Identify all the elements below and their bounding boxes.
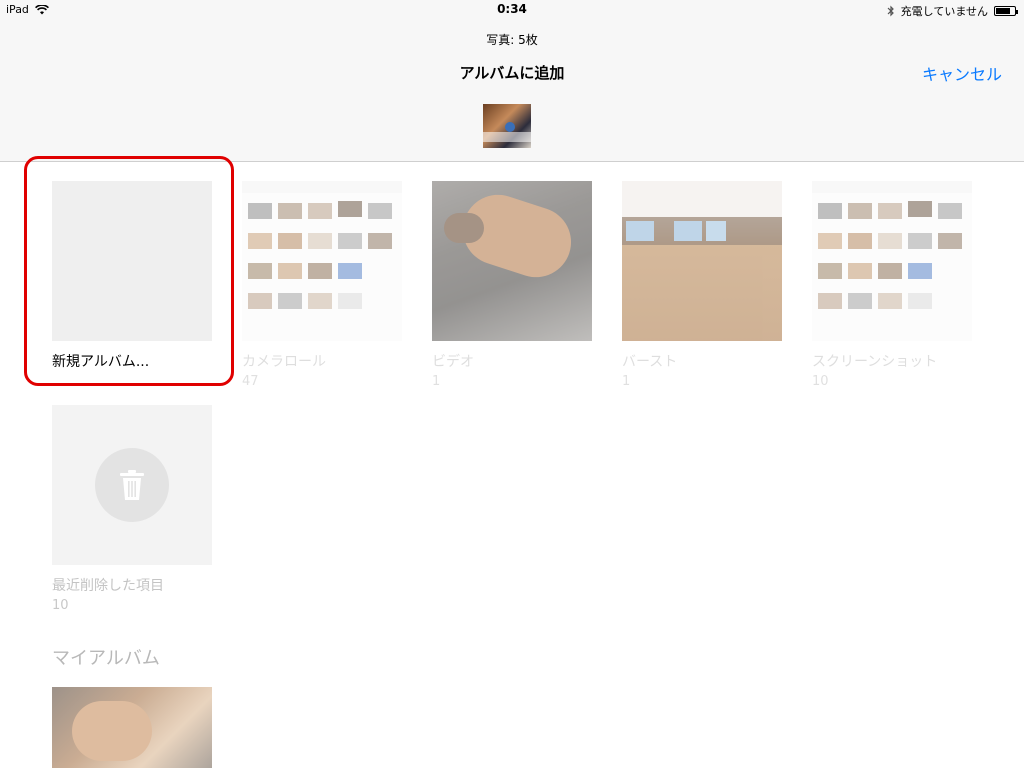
- album-thumbnail: [242, 181, 402, 341]
- page-title: アルバムに追加: [459, 64, 565, 82]
- section-title-my-albums: マイアルバム: [52, 648, 160, 669]
- album-name: スクリーンショット: [812, 354, 938, 370]
- my-album-item[interactable]: [52, 687, 212, 768]
- album-thumbnail: [622, 181, 782, 341]
- header: iPad 0:34 充電していません 写真: 5枚 アルバムに追加 キャンセル: [0, 0, 1024, 162]
- clock: 0:34: [497, 2, 527, 16]
- selected-photos-thumbnail: [483, 104, 531, 148]
- album-name: バースト: [622, 354, 678, 370]
- album-recently-deleted[interactable]: 最近削除した項目 10: [52, 405, 212, 613]
- album-name: ビデオ: [432, 354, 474, 370]
- album-count: 1: [432, 374, 441, 389]
- status-bar: iPad 0:34 充電していません: [0, 0, 1024, 20]
- album-thumbnail: [812, 181, 972, 341]
- bluetooth-icon: [887, 5, 894, 17]
- album-thumbnail: [52, 405, 212, 565]
- photo-count: 写真: 5枚: [486, 33, 538, 47]
- album-count: 10: [812, 374, 829, 389]
- battery-icon: [994, 6, 1018, 16]
- album-count: 10: [52, 598, 69, 613]
- highlight-annotation: [24, 156, 234, 386]
- album-name: 最近削除した項目: [52, 578, 164, 594]
- album-name: カメラロール: [242, 354, 326, 370]
- album-count: 1: [622, 374, 631, 389]
- album-thumbnail: [432, 181, 592, 341]
- album-camera-roll[interactable]: カメラロール 47: [242, 181, 402, 389]
- album-video[interactable]: ビデオ 1: [432, 181, 592, 389]
- album-count: 47: [242, 374, 259, 389]
- cancel-button[interactable]: キャンセル: [922, 61, 1002, 85]
- charging-status: 充電していません: [900, 5, 988, 18]
- album-thumbnail: [52, 687, 212, 768]
- album-burst[interactable]: バースト 1: [622, 181, 782, 389]
- trash-icon: [95, 448, 169, 522]
- album-screenshots[interactable]: スクリーンショット 10: [812, 181, 972, 389]
